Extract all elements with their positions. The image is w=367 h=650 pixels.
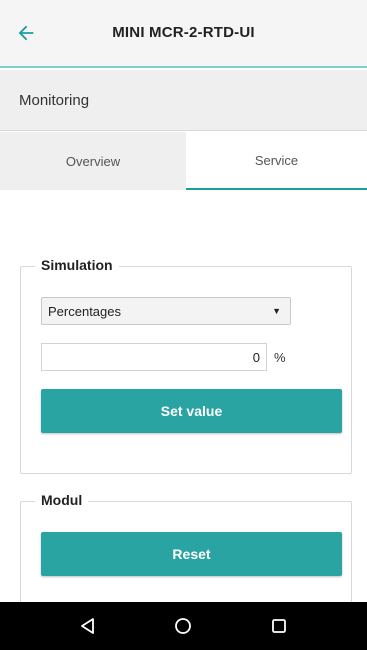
value-row: % [41, 343, 286, 371]
simulation-fieldset: Simulation Percentages ▼ % Set value [20, 257, 352, 474]
set-value-button[interactable]: Set value [41, 389, 342, 433]
select-value: Percentages [48, 303, 121, 319]
back-button[interactable] [0, 0, 52, 67]
reset-button[interactable]: Reset [41, 532, 342, 576]
app-bar: MINI MCR-2-RTD-UI [0, 0, 367, 68]
triangle-back-icon [80, 618, 94, 634]
unit-label: % [274, 349, 286, 365]
nav-back-button[interactable] [68, 606, 108, 646]
section-title: Monitoring [19, 91, 90, 109]
tab-bar: Overview Service [0, 132, 367, 190]
circle-home-icon [175, 618, 192, 634]
tab-overview[interactable]: Overview [0, 132, 186, 190]
nav-home-button[interactable] [163, 606, 203, 646]
simulation-legend: Simulation [35, 257, 119, 273]
dropdown-arrow-icon: ▼ [272, 306, 281, 316]
simulation-mode-select[interactable]: Percentages ▼ [41, 297, 291, 325]
section-header: Monitoring [0, 70, 367, 131]
app-title: MINI MCR-2-RTD-UI [112, 24, 255, 41]
tab-service[interactable]: Service [186, 132, 367, 190]
arrow-left-icon [18, 25, 34, 41]
nav-recents-button[interactable] [259, 606, 299, 646]
android-nav-bar [0, 602, 367, 650]
simulation-value-input[interactable] [41, 343, 267, 371]
square-recents-icon [272, 619, 287, 633]
modul-legend: Modul [35, 492, 89, 508]
